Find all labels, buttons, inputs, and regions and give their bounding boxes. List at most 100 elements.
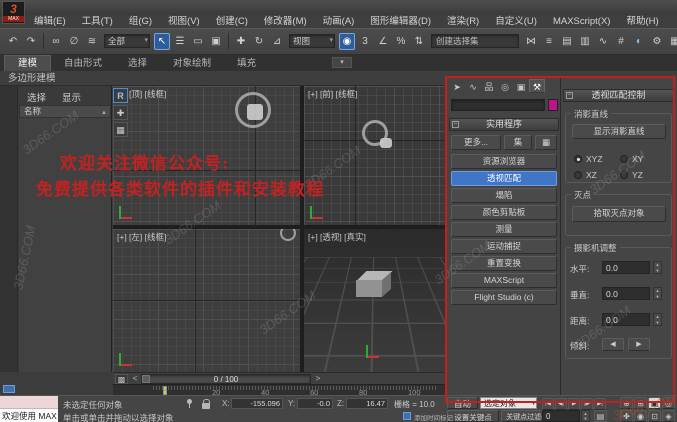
zoom-all-icon[interactable]: ⊞ <box>634 397 647 409</box>
current-frame-field[interactable]: 0 <box>542 410 580 422</box>
spinner-down-icon[interactable]: ▼ <box>654 268 661 274</box>
tilt-right-button[interactable]: ▶ <box>628 338 650 351</box>
menubar-item-1[interactable]: 编辑(E) <box>26 15 74 28</box>
spinner-down-icon[interactable]: ▼ <box>654 294 661 300</box>
open-mini-curve-editor-icon[interactable]: ▩ <box>115 374 128 384</box>
walk-through-icon[interactable]: ◈ <box>662 410 675 422</box>
undo-icon[interactable]: ↶ <box>5 33 21 50</box>
viewport-front-label[interactable]: [+] [前] [线框] <box>308 88 357 100</box>
utility-button-4[interactable]: 颜色剪贴板 <box>451 205 557 220</box>
viewport-front[interactable]: [+] [前] [线框] <box>304 86 446 225</box>
radio-xyz[interactable]: XYZ <box>574 154 620 164</box>
orbit-icon[interactable]: ◉ <box>634 410 647 422</box>
utility-button-2[interactable]: 透视匹配 <box>451 171 557 186</box>
menubar-item-2[interactable]: 工具(T) <box>74 15 121 28</box>
utility-button-6[interactable]: 运动捕捉 <box>451 239 557 254</box>
isolate-selection-icon[interactable] <box>187 399 192 404</box>
motion-tab[interactable]: ◎ <box>497 79 513 93</box>
curve-editor-icon[interactable]: ∿ <box>595 33 611 50</box>
ribbon-panel-label[interactable]: 多边形建模 <box>8 72 56 86</box>
named-selection-sets-field[interactable]: 创建选择集 <box>431 34 519 48</box>
perspective-match-rollout-header[interactable]: − 透视匹配控制 <box>563 89 674 102</box>
zoom-icon[interactable]: ⊕ <box>620 397 633 409</box>
ribbon-tab-2[interactable]: 自由形式 <box>51 56 115 71</box>
more-utilities-button[interactable]: 更多... <box>451 135 501 150</box>
auto-key-button[interactable]: 自动 <box>447 397 478 409</box>
key-filter-dropdown[interactable]: 选定对象 ▾ <box>480 397 537 409</box>
tilt-left-button[interactable]: ◀ <box>602 338 624 351</box>
object-color-swatch[interactable] <box>548 99 558 111</box>
window-crossing-icon[interactable]: ▣ <box>208 33 224 50</box>
macro-recorder-row[interactable] <box>0 396 58 409</box>
menubar-item-9[interactable]: 渲染(R) <box>439 15 487 28</box>
selection-lock-icon[interactable] <box>202 403 210 409</box>
maximize-viewport-icon[interactable]: ⊡ <box>648 410 661 422</box>
add-time-tag-label[interactable]: 添加时间标记 <box>414 412 453 422</box>
sets-button[interactable]: 集 <box>504 135 532 150</box>
menubar-item-8[interactable]: 图形编辑器(D) <box>362 15 439 28</box>
fov-icon[interactable]: ◎ <box>662 397 675 409</box>
menubar-item-5[interactable]: 创建(C) <box>208 15 256 28</box>
utility-button-8[interactable]: MAXScript <box>451 273 557 288</box>
app-logo[interactable]: 3 MAX <box>2 1 25 24</box>
z-coordinate-field[interactable]: 16.47 <box>346 398 388 409</box>
viewport-grid-icon[interactable]: ▦ <box>113 122 128 137</box>
pick-vanish-point-button[interactable]: 拾取灭点对象 <box>572 206 666 222</box>
set-key-button[interactable]: 设置关键点 <box>447 410 499 422</box>
angle-snap-icon[interactable]: ∠ <box>375 33 391 50</box>
camera-field-value-3[interactable]: 0.0 <box>602 313 650 326</box>
y-coordinate-field[interactable]: -0.0 <box>297 398 333 409</box>
rendered-frame-window-icon[interactable]: ▦ <box>667 33 677 50</box>
pan-icon[interactable]: ✚ <box>620 410 633 422</box>
reference-coordinate-dropdown[interactable]: 视图▾ <box>289 34 335 48</box>
render-setup-icon[interactable]: ⚙ <box>649 33 665 50</box>
menubar-item-12[interactable]: 帮助(H) <box>618 15 666 28</box>
select-move-icon[interactable]: ✚ <box>233 33 249 50</box>
configure-button-sets-icon[interactable]: ▦ <box>535 135 557 150</box>
show-vanishing-lines-button[interactable]: 显示消影直线 <box>572 124 666 139</box>
unlink-selection-icon[interactable]: ∅ <box>66 33 82 50</box>
utility-button-3[interactable]: 塌陷 <box>451 188 557 203</box>
select-scale-icon[interactable]: ⊿ <box>269 33 285 50</box>
menubar-item-11[interactable]: MAXScript(X) <box>545 15 619 28</box>
maxscript-mini-listener[interactable]: 欢迎使用 MAX <box>0 396 58 422</box>
radio-xz[interactable]: XZ <box>574 170 620 180</box>
viewport-perspective[interactable]: [+] [透视] [真实] <box>304 229 446 372</box>
radio-yz[interactable]: YZ <box>620 170 666 180</box>
object-name-field[interactable] <box>451 99 545 111</box>
collapse-icon[interactable]: − <box>566 92 573 99</box>
select-link-icon[interactable]: ∞ <box>48 33 64 50</box>
schematic-view-icon[interactable]: # <box>613 33 629 50</box>
menubar-item-7[interactable]: 动画(A) <box>315 15 363 28</box>
ribbon-tab-3[interactable]: 选择 <box>115 56 160 71</box>
utility-button-9[interactable]: Flight Studio (c) <box>451 290 557 305</box>
track-bar[interactable]: 020406080100 <box>113 384 446 395</box>
select-rotate-icon[interactable]: ↻ <box>251 33 267 50</box>
align-icon[interactable]: ≡ <box>541 33 557 50</box>
redo-icon[interactable]: ↷ <box>23 33 39 50</box>
select-object-icon[interactable]: ↖ <box>154 33 170 50</box>
mirror-icon[interactable]: ⋈ <box>523 33 539 50</box>
menubar-item-10[interactable]: 自定义(U) <box>487 15 545 28</box>
time-slider[interactable]: 0 / 100 <box>141 374 311 384</box>
zoom-extents-icon[interactable]: ▣ <box>648 397 661 409</box>
explorer-menu-select[interactable]: 选择 <box>27 90 46 104</box>
viewport-left[interactable]: [+] [左] [线框] <box>113 229 300 372</box>
bind-to-spacewarp-icon[interactable]: ≋ <box>84 33 100 50</box>
ribbon-toggle-icon[interactable]: ▥ <box>577 33 593 50</box>
camera-field-value-2[interactable]: 0.0 <box>602 287 650 300</box>
previous-frame-button[interactable]: ◀| <box>555 398 567 410</box>
menubar-item-4[interactable]: 视图(V) <box>160 15 208 28</box>
utilities-tab[interactable]: ⚒ <box>529 79 545 93</box>
play-button[interactable]: ▶ <box>568 398 580 410</box>
explorer-name-column-header[interactable]: 名称 ▲ <box>19 105 111 118</box>
utility-button-5[interactable]: 测量 <box>451 222 557 237</box>
menubar-item-6[interactable]: 修改器(M) <box>256 15 315 28</box>
modify-tab[interactable]: ∿ <box>465 79 481 93</box>
utility-button-1[interactable]: 资源浏览器 <box>451 154 557 169</box>
viewport-r-icon[interactable]: R <box>113 88 128 103</box>
percent-snap-icon[interactable]: % <box>393 33 409 50</box>
utility-button-7[interactable]: 重置变换 <box>451 256 557 271</box>
spinner-snap-icon[interactable]: ⇅ <box>411 33 427 50</box>
next-frame-arrow[interactable]: > <box>313 374 323 384</box>
